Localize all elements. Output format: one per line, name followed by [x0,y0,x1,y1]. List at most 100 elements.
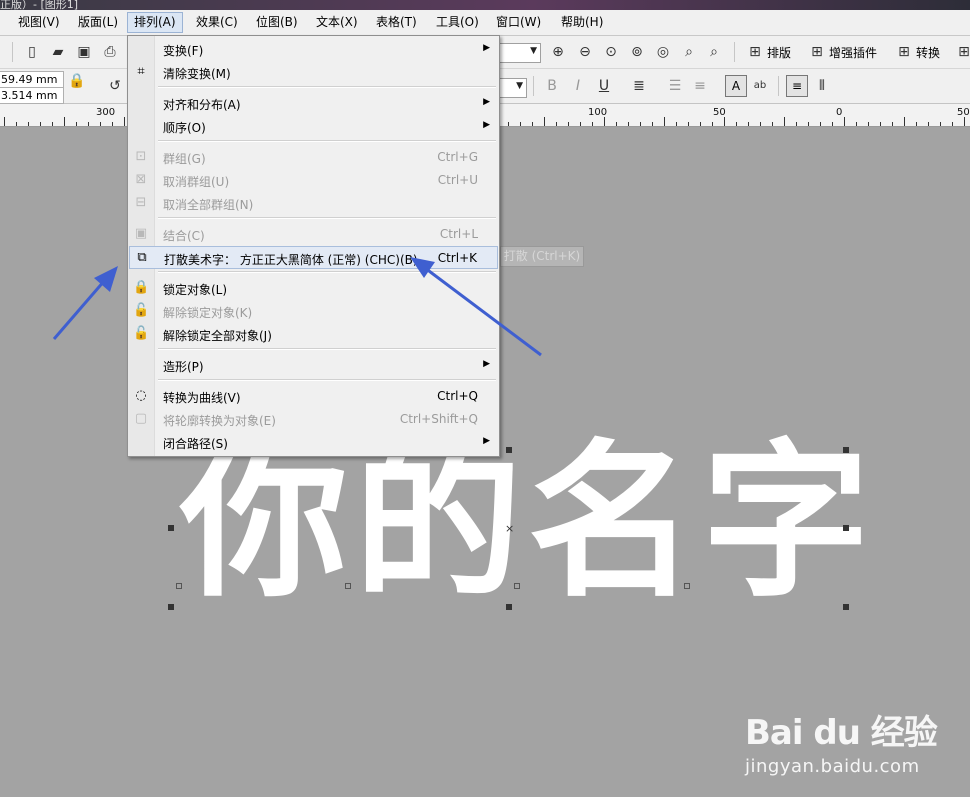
new-document-icon[interactable]: ▯ [24,44,40,60]
character-format-button[interactable]: A [725,75,747,97]
menu-bar: 视图(V) 版面(L) 排列(A) 效果(C) 位图(B) 文本(X) 表格(T… [0,10,970,36]
ruler-tick [640,122,641,126]
selection-handle[interactable] [168,604,174,610]
menu-tools[interactable]: 工具(O) [430,13,485,32]
menu-item[interactable]: ⧉ 打散美术字： 方正正大黑简体 (正常) (CHC)(B) Ctrl+K [129,246,498,269]
menu-separator [158,86,496,88]
menu-effects[interactable]: 效果(C) [190,13,244,32]
menu-layout[interactable]: 版面(L) [72,13,124,32]
ruler-tick [592,122,593,126]
submenu-arrow-icon: ▶ [483,97,490,107]
object-width-field[interactable]: 59.49 mm [0,71,64,88]
menu-text[interactable]: 文本(X) [310,13,364,32]
menu-item[interactable]: ⌗ 清除变换(M) [129,61,498,84]
zoom-width-icon[interactable]: ⌕ [681,44,697,60]
character-node[interactable] [176,583,182,589]
selection-handle[interactable] [506,604,512,610]
ruler-tick [508,122,509,126]
save-icon[interactable]: ▣ [76,44,92,60]
zoom-out-icon[interactable]: ⊖ [577,44,593,60]
ruler-tick [616,122,617,126]
character-node[interactable] [684,583,690,589]
ruler-tick [748,122,749,126]
rotate-icon[interactable]: ↺ [107,78,123,94]
more-plugin-icon: ⊞ [958,44,970,60]
menu-item-label: 对齐和分布(A) [163,98,241,112]
underline-icon[interactable]: U [596,78,612,94]
menu-item[interactable]: 🔓 解除锁定全部对象(J) [129,323,498,346]
menu-item-label: 变换(F) [163,44,204,58]
selection-handle[interactable] [843,447,849,453]
selection-handle[interactable] [168,525,174,531]
ruler-tick [808,122,809,126]
zoom-in-icon[interactable]: ⊕ [550,44,566,60]
break-apart-icon: ⧉ [137,250,147,265]
zoom-selected-icon[interactable]: ⊙ [603,44,619,60]
menu-help[interactable]: 帮助(H) [555,13,609,32]
unlock-all-icon: 🔓 [133,326,150,341]
menu-item[interactable]: ◌ 转换为曲线(V) Ctrl+Q [129,385,498,408]
lock-ratio-icon[interactable]: 🔒 [68,73,85,89]
selection-handle[interactable] [843,604,849,610]
artistic-text-object[interactable]: 你的名字 [180,438,876,606]
menu-item[interactable]: 顺序(O) ▶ [129,115,498,138]
zoom-level-select[interactable]: ▼ [499,43,541,63]
horizontal-text-button[interactable]: ≡ [786,75,808,97]
character-node[interactable] [345,583,351,589]
ruler-label: 0 [836,107,843,118]
text-align-icon[interactable]: ≣ [631,78,647,94]
menu-item[interactable]: 🔒 锁定对象(L) [129,277,498,300]
menu-separator [158,348,496,350]
ruler-tick [52,122,53,126]
print-icon[interactable]: ⎙ [102,44,118,60]
menu-item[interactable]: 造形(P) ▶ [129,354,498,377]
open-folder-icon[interactable]: ▰ [50,44,66,60]
submenu-arrow-icon: ▶ [483,120,490,130]
character-node[interactable] [514,583,520,589]
rotation-center-icon: × [505,522,515,535]
ruler-tick [724,117,725,126]
edit-text-icon[interactable]: ab [752,78,768,94]
submenu-arrow-icon: ▶ [483,43,490,53]
menu-item[interactable]: 变换(F) ▶ [129,38,498,61]
ruler-tick [940,122,941,126]
menu-separator [158,140,496,142]
ruler-tick [736,122,737,126]
menu-window[interactable]: 窗口(W) [490,13,547,32]
title-bar: 正版）- [图形1] [0,0,970,11]
vertical-text-icon[interactable]: ⦀ [814,78,830,94]
menu-item: 🔓 解除锁定对象(K) [129,300,498,323]
ruler-tick [76,122,77,126]
menu-bitmaps[interactable]: 位图(B) [250,13,304,32]
bold-icon[interactable]: B [544,78,560,94]
selection-handle[interactable] [506,447,512,453]
font-size-select[interactable]: ▼ [499,78,527,98]
menu-view[interactable]: 视图(V) [12,13,66,32]
menu-item[interactable]: 闭合路径(S) ▶ [129,431,498,454]
zoom-all-icon[interactable]: ⊚ [629,44,645,60]
ruler-tick [964,117,965,126]
object-height-field[interactable]: 3.514 mm [0,87,64,104]
layout-plugin-button[interactable]: 排版 [767,44,791,61]
ruler-tick [4,117,5,126]
selection-handle[interactable] [843,525,849,531]
convert-plugin-button[interactable]: 转换 [916,44,940,61]
zoom-height-icon[interactable]: ⌕ [706,44,722,60]
break-apart-tooltip: 打散 (Ctrl+K) [500,246,584,267]
menu-item[interactable]: 对齐和分布(A) ▶ [129,92,498,115]
bullet-list-icon[interactable]: ☰ [667,78,683,94]
menu-item-label: 清除变换(M) [163,67,231,81]
menu-item-label: 群组(G) [163,152,206,166]
menu-arrange[interactable]: 排列(A) [127,12,183,33]
lock-icon: 🔒 [133,280,150,295]
italic-icon[interactable]: I [570,78,586,94]
menu-item-label: 结合(C) [163,229,205,243]
drop-cap-icon[interactable]: ≡ [692,78,708,94]
watermark-url: jingyan.baidu.com [745,756,920,777]
menu-table[interactable]: 表格(T) [370,13,423,32]
menu-item-shortcut: Ctrl+G [437,150,478,164]
menu-item-label: 顺序(O) [163,121,206,135]
convert-to-curves-icon: ◌ [135,388,147,403]
enhance-plugin-button[interactable]: 增强插件 [829,44,877,61]
zoom-page-icon[interactable]: ◎ [655,44,671,60]
